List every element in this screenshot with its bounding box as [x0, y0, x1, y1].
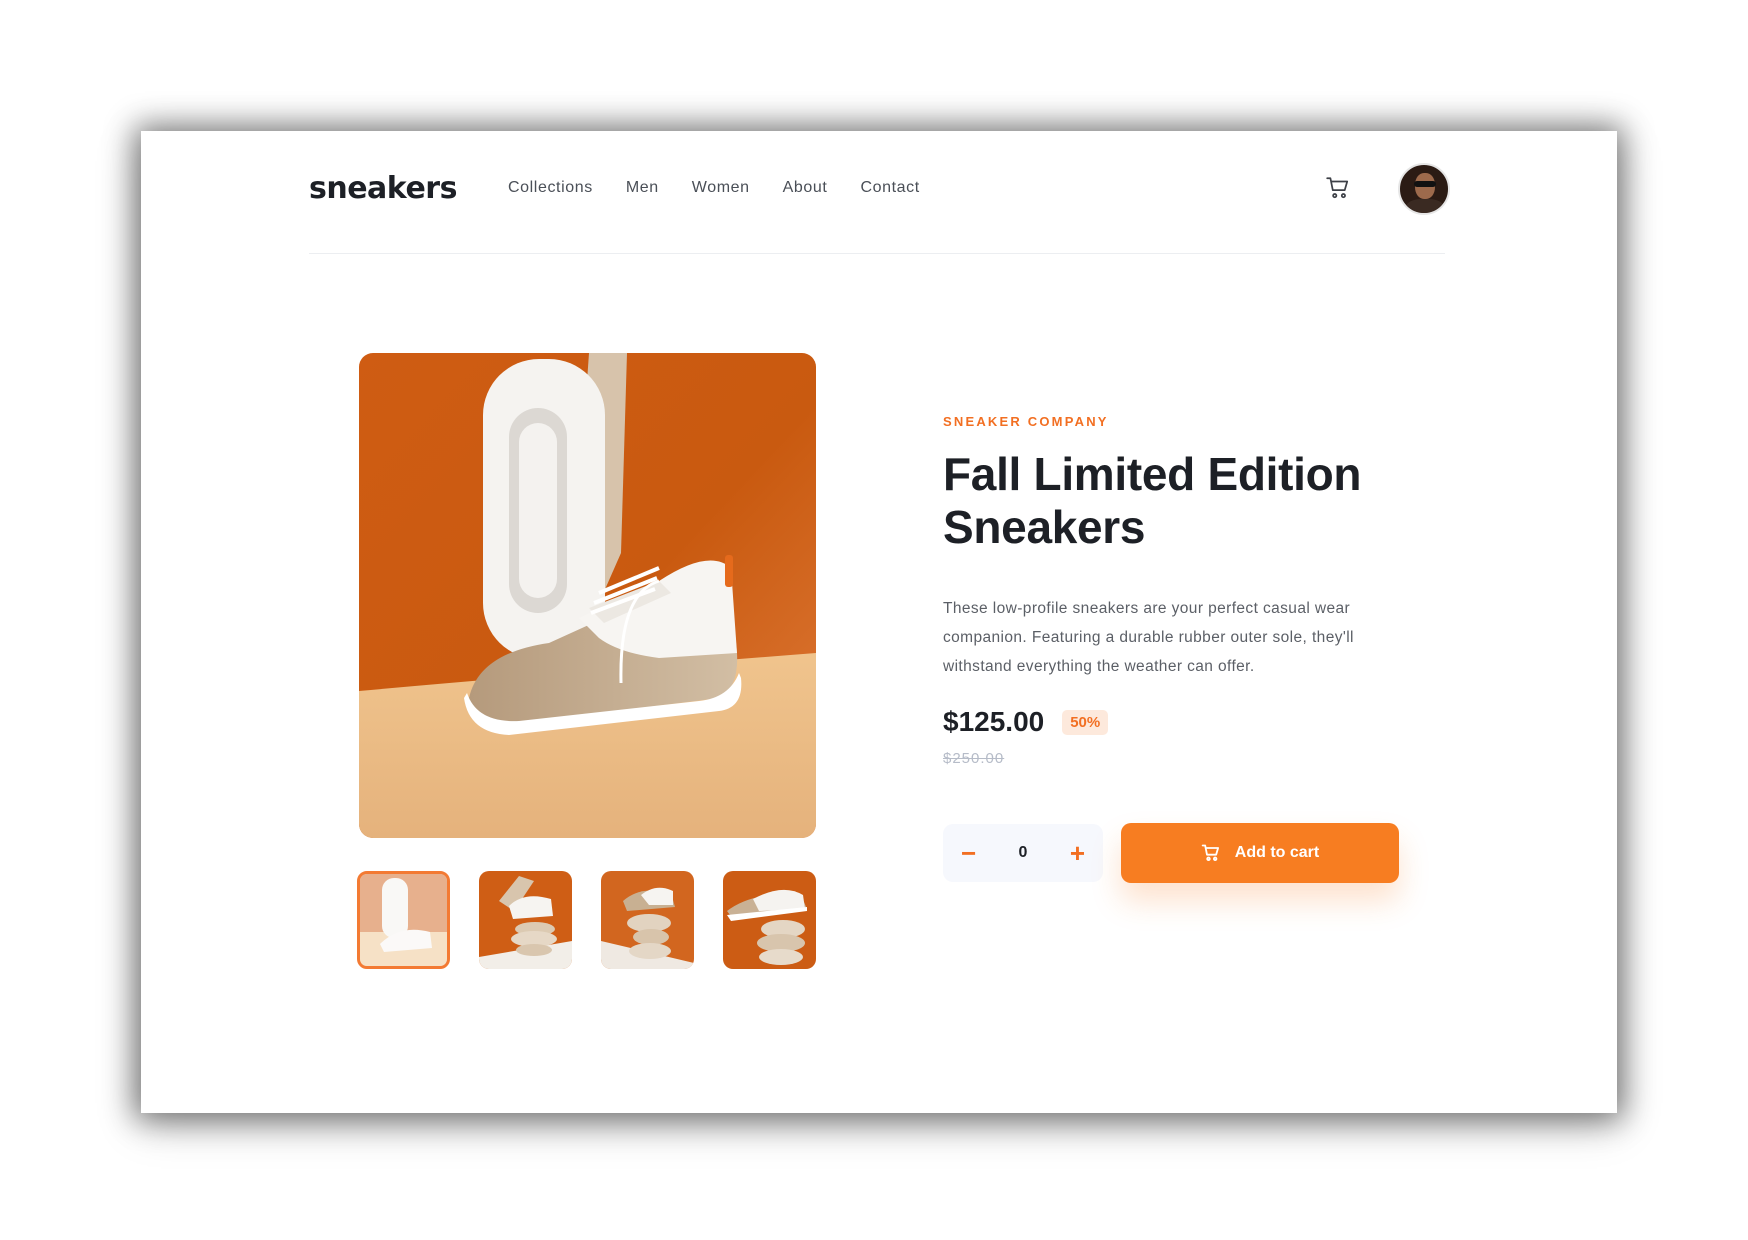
- original-price: $250.00: [943, 750, 1005, 767]
- purchase-actions: − 0 + Add to cart: [943, 823, 1399, 883]
- avatar-body: [1406, 199, 1444, 213]
- cart-icon[interactable]: [1325, 175, 1353, 203]
- cart-icon: [1201, 844, 1219, 861]
- product-details: SNEAKER COMPANY Fall Limited Edition Sne…: [943, 414, 1403, 767]
- thumbnail-strip: [357, 871, 845, 969]
- thumbnail-1[interactable]: [357, 871, 450, 969]
- page: sneakers Collections Men Women About Con…: [0, 0, 1748, 1240]
- user-avatar[interactable]: [1398, 163, 1450, 215]
- main-nav: Collections Men Women About Contact: [508, 179, 953, 197]
- avatar-glasses: [1414, 181, 1436, 187]
- company-label: SNEAKER COMPANY: [943, 414, 1109, 429]
- header-divider: [309, 253, 1445, 254]
- nav-women[interactable]: Women: [692, 179, 750, 197]
- site-header: sneakers Collections Men Women About Con…: [141, 131, 1617, 257]
- product-title: Fall Limited Edition Sneakers: [943, 448, 1403, 554]
- discount-badge: 50%: [1062, 709, 1109, 735]
- product-description: These low-profile sneakers are your perf…: [943, 600, 1354, 675]
- product-title-line1: Fall Limited Edition: [943, 448, 1362, 500]
- product-title-line2: Sneakers: [943, 501, 1146, 553]
- nav-about[interactable]: About: [783, 179, 828, 197]
- nav-men[interactable]: Men: [626, 179, 659, 197]
- nav-collections[interactable]: Collections: [508, 179, 593, 197]
- increment-button[interactable]: +: [1070, 840, 1085, 866]
- thumbnail-4[interactable]: [723, 871, 816, 969]
- nav-contact[interactable]: Contact: [860, 179, 919, 197]
- quantity-stepper: − 0 +: [943, 824, 1103, 882]
- add-to-cart-button[interactable]: Add to cart: [1121, 823, 1399, 883]
- thumbnail-2[interactable]: [479, 871, 572, 969]
- quantity-value: 0: [1018, 844, 1028, 861]
- price-row: $125.00 50%: [943, 706, 1403, 738]
- decrement-button[interactable]: −: [961, 840, 976, 866]
- current-price: $125.00: [943, 706, 1045, 737]
- product-page-frame: sneakers Collections Men Women About Con…: [141, 131, 1617, 1113]
- thumbnail-3[interactable]: [601, 871, 694, 969]
- main-product-image[interactable]: [359, 353, 816, 838]
- add-to-cart-label: Add to cart: [1234, 844, 1320, 861]
- site-logo[interactable]: sneakers: [309, 171, 457, 206]
